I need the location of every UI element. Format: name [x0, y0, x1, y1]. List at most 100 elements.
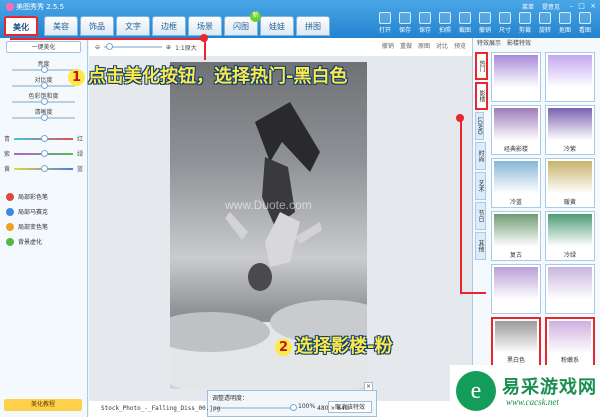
category-other[interactable]: 其他: [475, 232, 486, 260]
menu-link[interactable]: 菜单: [522, 4, 534, 11]
undo-toolbar-button[interactable]: 撤销: [476, 12, 494, 34]
contrast-slider[interactable]: [12, 82, 75, 89]
yellow-blue-slider[interactable]: [14, 165, 73, 172]
slider-knob[interactable]: [40, 114, 48, 121]
tab-doll[interactable]: 娃娃: [260, 16, 294, 36]
effect-card[interactable]: 黑白色: [491, 317, 541, 367]
pointer-line: [460, 292, 486, 294]
beautify-tutorial-button[interactable]: 美化教程: [4, 399, 82, 411]
effect-thumbnail: [548, 214, 592, 250]
slider-knob[interactable]: [40, 165, 48, 172]
effect-card[interactable]: 粉嫩系: [545, 317, 595, 367]
magenta-green-slider[interactable]: [14, 150, 73, 157]
app-logo-icon: [6, 3, 14, 11]
magenta-green-control: 紫 绿: [0, 148, 87, 160]
background-blur-tool[interactable]: 背景虚化: [0, 234, 87, 249]
effect-card[interactable]: [545, 52, 595, 102]
menu-links: 菜单 提意见: [516, 2, 560, 11]
effect-card[interactable]: 冷绿: [545, 211, 595, 261]
feedback-link[interactable]: 提意见: [542, 4, 560, 11]
rotate-button[interactable]: 旋转: [536, 12, 554, 34]
tab-effects-show[interactable]: 特效展示: [477, 38, 501, 50]
effect-card[interactable]: 暖黄: [545, 158, 595, 208]
actual-size-button[interactable]: 1:1原大: [175, 43, 197, 52]
screenshot-button[interactable]: 截图: [456, 12, 474, 34]
redo-button[interactable]: 重做: [400, 41, 412, 50]
effect-card[interactable]: 冷蓝: [491, 158, 541, 208]
crop-button[interactable]: 剪裁: [516, 12, 534, 34]
save-icon: [399, 12, 411, 24]
zoom-slider[interactable]: [104, 43, 163, 50]
minimize-icon[interactable]: –: [570, 2, 574, 10]
effect-thumbnail: [548, 108, 592, 144]
saturation-slider[interactable]: [12, 98, 75, 105]
tool-label: 保存: [398, 27, 411, 34]
camera-button[interactable]: 拍照: [436, 12, 454, 34]
viewer-button[interactable]: 看图: [576, 12, 594, 34]
tab-collage[interactable]: 拼图: [296, 16, 330, 36]
category-festival[interactable]: 节日: [475, 202, 486, 230]
compare-button[interactable]: 对比: [436, 41, 448, 50]
slider-knob[interactable]: [40, 82, 48, 89]
step-text: 选择影楼-粉: [295, 336, 393, 357]
sharpness-slider[interactable]: [12, 114, 75, 121]
close-icon[interactable]: ×: [364, 382, 373, 391]
brightness-slider[interactable]: [12, 66, 75, 73]
preview-button[interactable]: 预览: [454, 41, 466, 50]
tab-text[interactable]: 文字: [116, 16, 150, 36]
slider-knob[interactable]: [40, 135, 48, 142]
resize-icon: [499, 12, 511, 24]
slider-knob[interactable]: [40, 66, 48, 73]
effect-card[interactable]: 经典影楼: [491, 105, 541, 155]
category-fashion[interactable]: 时尚: [475, 142, 486, 170]
undo-button[interactable]: 撤销: [382, 41, 394, 50]
tab-beauty[interactable]: 美容: [44, 16, 78, 36]
zoom-knob[interactable]: [106, 43, 114, 50]
effect-card[interactable]: [491, 52, 541, 102]
tool-label: 撤销: [478, 27, 491, 34]
image-viewer-icon: [579, 12, 591, 24]
effect-card[interactable]: [491, 264, 541, 314]
effect-card[interactable]: 复古: [491, 211, 541, 261]
category-art[interactable]: 艺术: [475, 172, 486, 200]
resize-button[interactable]: 尺寸: [496, 12, 514, 34]
tab-frame[interactable]: 边框: [152, 16, 186, 36]
color-pen-tool[interactable]: 局部彩色笔: [0, 189, 87, 204]
effect-card[interactable]: 冷紫: [545, 105, 595, 155]
recolor-pen-tool[interactable]: 局部变色笔: [0, 219, 87, 234]
zoom-in-icon[interactable]: ⊕: [166, 44, 171, 51]
category-hot[interactable]: 热门: [475, 52, 488, 80]
image-dimensions: 480 × 640: [317, 405, 349, 412]
original-button[interactable]: 原图: [418, 41, 430, 50]
effect-thumbnail: [494, 55, 538, 91]
site-url: www.cacsk.net: [506, 397, 559, 407]
save-button[interactable]: 保存: [396, 12, 414, 34]
mosaic-tool[interactable]: 局部马赛克: [0, 204, 87, 219]
zoom-out-icon[interactable]: ⊖: [95, 44, 100, 51]
tab-accessory[interactable]: 饰品: [80, 16, 114, 36]
save-share-button[interactable]: 保存: [416, 12, 434, 34]
effect-card[interactable]: [545, 264, 595, 314]
slider-knob[interactable]: [40, 150, 48, 157]
close-icon[interactable]: ×: [590, 2, 596, 10]
tab-scene[interactable]: 场景: [188, 16, 222, 36]
one-key-beautify-button[interactable]: 一键美化: [6, 41, 81, 53]
cyan-red-slider[interactable]: [14, 135, 73, 142]
step-1-annotation: 1 点击美化按钮，选择热门-黑白色: [68, 62, 347, 88]
maximize-icon[interactable]: □: [578, 2, 585, 10]
category-lomo[interactable]: LOMO: [475, 112, 484, 140]
category-studio[interactable]: 影楼: [475, 82, 488, 110]
camera-icon: [439, 12, 451, 24]
tab-flash[interactable]: 闪图 新: [224, 11, 261, 36]
tool-label: 打开: [378, 27, 391, 34]
effect-name: 经典影楼: [503, 146, 528, 153]
slider-knob[interactable]: [40, 98, 48, 105]
cutout-button[interactable]: 抠图: [556, 12, 574, 34]
status-bar: Stock_Photo_-_Falling_Diss_00.jpg 480 × …: [89, 401, 472, 417]
tab-beautify[interactable]: 美化: [4, 16, 38, 36]
pointer-line: [10, 38, 204, 40]
tool-label: 剪裁: [518, 27, 531, 34]
tab-studio-effects[interactable]: 影楼特效: [507, 38, 531, 50]
open-button[interactable]: 打开: [376, 12, 394, 34]
tool-label: 拍照: [438, 27, 451, 34]
